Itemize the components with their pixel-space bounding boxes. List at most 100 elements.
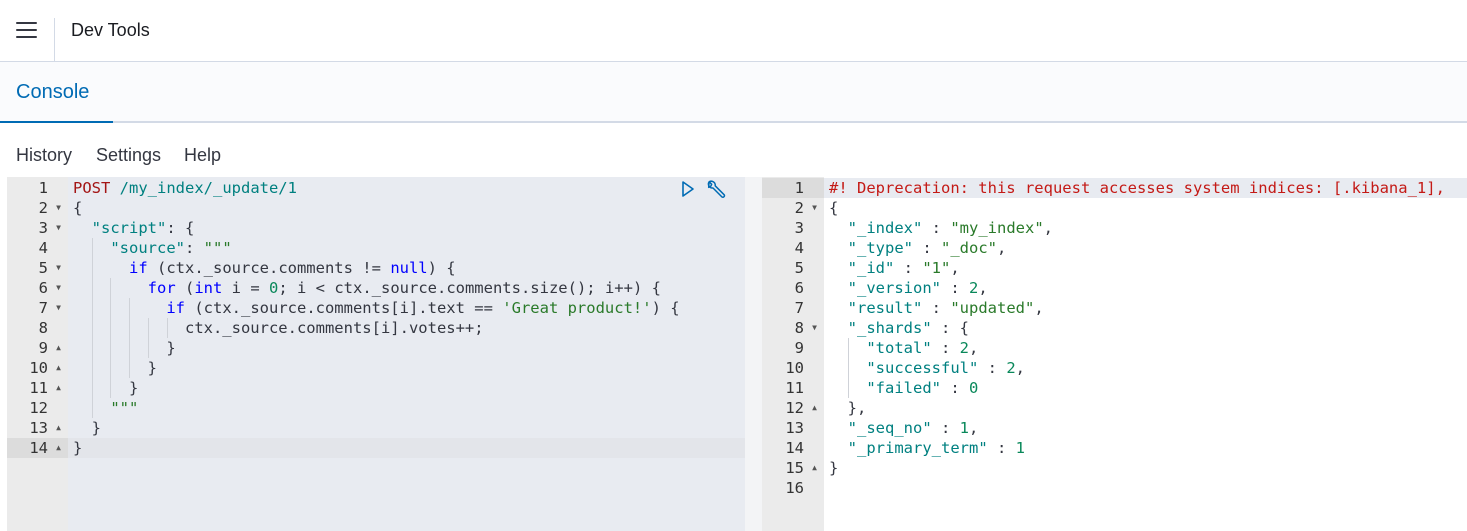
- fold-caret-down-icon[interactable]: ▼: [56, 218, 61, 238]
- response-code: #! Deprecation: this request accesses sy…: [824, 177, 1467, 531]
- line-number: 6: [762, 278, 824, 298]
- request-code[interactable]: POST /my_index/_update/1 { "script": { "s…: [68, 177, 745, 531]
- line-number-text: 10: [29, 359, 48, 377]
- console-menu: History Settings Help: [0, 123, 1467, 177]
- line-number-text: 9: [38, 339, 48, 357]
- response-code-line: "_seq_no" : 1,: [847, 419, 979, 437]
- request-code-line: }: [73, 359, 157, 377]
- response-code-line: "failed" : 0: [866, 379, 979, 397]
- response-editor: 1 2 ▼ 3 4 5 6 7 8 ▼ 9 10 11 12 ▲ 13 14 15 ▲ 16 #! Deprecati…: [762, 177, 1467, 531]
- request-code-line: }: [73, 439, 83, 457]
- line-number-text: 7: [794, 299, 804, 317]
- wrench-icon[interactable]: [704, 179, 726, 206]
- line-number-text: 3: [38, 219, 48, 237]
- line-number-text: 14: [29, 439, 48, 457]
- request-code-line: }: [73, 419, 101, 437]
- line-number-text: 7: [38, 299, 48, 317]
- response-code-line: "_primary_term" : 1: [847, 439, 1025, 457]
- request-code-line: }: [73, 339, 176, 357]
- line-number-text: 2: [794, 199, 804, 217]
- tabs-bar: Console: [0, 62, 1467, 123]
- top-header: Dev Tools: [0, 0, 1467, 62]
- response-code-line: "successful" : 2,: [866, 359, 1025, 377]
- response-code-line: "_type" : "_doc",: [847, 239, 1007, 257]
- play-icon[interactable]: [680, 180, 696, 203]
- hamburger-menu-icon[interactable]: [16, 22, 37, 38]
- menu-settings[interactable]: Settings: [96, 145, 161, 166]
- indent-guide: [110, 278, 111, 398]
- panel-resizer[interactable]: [745, 177, 762, 531]
- request-editor[interactable]: 1 2 ▼ 3 ▼ 4 5 ▼ 6 ▼ 7 ▼ 8 9 ▲ 10 ▲ 11 ▲ 12 13 ▲ 14 ▲ POST /my_i…: [7, 177, 745, 531]
- fold-caret-down-icon[interactable]: ▼: [56, 258, 61, 278]
- fold-caret-down-icon[interactable]: ▼: [56, 198, 61, 218]
- request-code-line: {: [73, 199, 83, 217]
- line-number: 13: [762, 418, 824, 438]
- fold-caret-up-icon[interactable]: ▲: [56, 378, 61, 398]
- response-code-line: "_shards" : {: [847, 319, 969, 337]
- line-number-text: 10: [785, 359, 804, 377]
- indent-guide: [148, 318, 149, 358]
- app-title: Dev Tools: [71, 20, 150, 40]
- fold-caret-up-icon[interactable]: ▲: [812, 458, 817, 478]
- line-number-text: 8: [794, 319, 804, 337]
- fold-caret-down-icon[interactable]: ▼: [812, 198, 817, 218]
- indent-guide: [167, 318, 168, 338]
- line-number: 1: [7, 178, 68, 198]
- line-number-text: 12: [29, 399, 48, 417]
- indent-guide: [848, 338, 849, 398]
- line-number-text: 5: [794, 259, 804, 277]
- response-code-line: "_index" : "my_index",: [847, 219, 1053, 237]
- response-code-line: }: [829, 459, 839, 477]
- response-code-line: },: [829, 399, 867, 417]
- line-number-text: 13: [785, 419, 804, 437]
- fold-caret-down-icon[interactable]: ▼: [812, 318, 817, 338]
- line-number-text: 6: [794, 279, 804, 297]
- header-divider: [54, 18, 55, 61]
- line-number: 2 ▼: [7, 198, 68, 218]
- line-number-text: 8: [38, 319, 48, 337]
- tab-console[interactable]: Console: [0, 62, 113, 123]
- line-number: 11 ▲: [7, 378, 68, 398]
- line-number: 9 ▲: [7, 338, 68, 358]
- request-code-line: ctx._source.comments[i].votes++;: [73, 319, 484, 337]
- fold-caret-up-icon[interactable]: ▲: [56, 358, 61, 378]
- line-number: 7: [762, 298, 824, 318]
- request-code-line: """: [110, 399, 139, 417]
- line-number-text: 9: [794, 339, 804, 357]
- fold-caret-up-icon[interactable]: ▲: [56, 338, 61, 358]
- line-number-text: 14: [785, 439, 804, 457]
- line-number: 1: [762, 178, 824, 198]
- line-number: 10 ▲: [7, 358, 68, 378]
- fold-caret-down-icon[interactable]: ▼: [56, 298, 61, 318]
- line-number: 10: [762, 358, 824, 378]
- line-number-text: 2: [38, 199, 48, 217]
- response-code-line: #! Deprecation: this request accesses sy…: [829, 179, 1445, 197]
- request-active-line: [68, 438, 745, 458]
- fold-caret-up-icon[interactable]: ▲: [56, 418, 61, 438]
- line-number-text: 4: [38, 239, 48, 257]
- request-code-line: }: [73, 379, 139, 397]
- line-number-text: 3: [794, 219, 804, 237]
- line-number-text: 12: [785, 399, 804, 417]
- line-number-text: 16: [785, 479, 804, 497]
- menu-help[interactable]: Help: [184, 145, 221, 166]
- response-code-line: {: [829, 199, 839, 217]
- fold-caret-up-icon[interactable]: ▲: [56, 438, 61, 458]
- fold-caret-down-icon[interactable]: ▼: [56, 278, 61, 298]
- line-number: 7 ▼: [7, 298, 68, 318]
- request-code-line: POST /my_index/_update/1: [73, 179, 297, 197]
- tab-console-label: Console: [16, 81, 90, 103]
- line-number-text: 1: [38, 179, 48, 197]
- response-gutter: 1 2 ▼ 3 4 5 6 7 8 ▼ 9 10 11 12 ▲ 13 14 15 ▲ 16: [762, 177, 824, 531]
- line-number: 13 ▲: [7, 418, 68, 438]
- menu-history[interactable]: History: [16, 145, 72, 166]
- line-number: 2 ▼: [762, 198, 824, 218]
- fold-caret-up-icon[interactable]: ▲: [812, 398, 817, 418]
- line-number: 4: [7, 238, 68, 258]
- line-number: 11: [762, 378, 824, 398]
- request-gutter: 1 2 ▼ 3 ▼ 4 5 ▼ 6 ▼ 7 ▼ 8 9 ▲ 10 ▲ 11 ▲ 12 13 ▲ 14 ▲: [7, 177, 68, 531]
- line-number: 3: [762, 218, 824, 238]
- line-number: 8: [7, 318, 68, 338]
- line-number: 14: [762, 438, 824, 458]
- line-number-text: 6: [38, 279, 48, 297]
